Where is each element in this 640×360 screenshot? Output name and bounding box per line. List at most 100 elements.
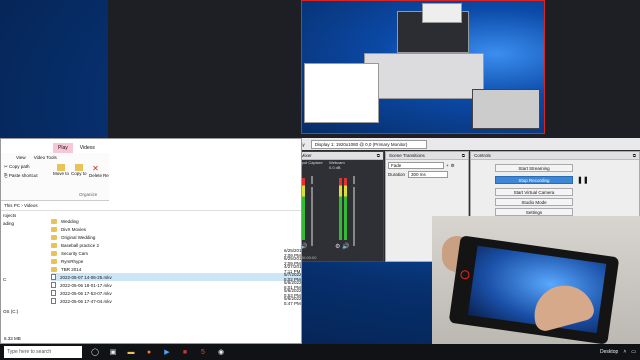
pen-display-tablet — [448, 235, 620, 344]
preview-explorer-window — [304, 63, 379, 123]
duration-row: Duration 300 ms — [388, 171, 466, 178]
undock-icon[interactable]: ⧉ — [462, 153, 465, 158]
paste-shortcut-label: Paste shortcut — [8, 173, 38, 178]
speaker-icon[interactable]: 🔊 — [342, 244, 349, 250]
mixer-channel: Webcam 0.0 dB ⚙ 🔊 — [329, 160, 367, 252]
display-select[interactable]: Display 1: 1920x1080 @ 0,0 (Primary Moni… — [310, 139, 427, 149]
folder-icon — [51, 226, 57, 232]
item-name: DivX Movies — [61, 226, 87, 232]
list-item[interactable]: Baseball practice 2 — [51, 241, 301, 249]
rename-button[interactable]: Re — [103, 173, 109, 178]
list-item[interactable]: DivX Movies — [51, 225, 301, 233]
firefox-icon[interactable]: ● — [144, 347, 154, 357]
html5-icon[interactable]: 5 — [198, 347, 208, 357]
duration-input[interactable]: 300 ms — [408, 171, 449, 178]
nav-item[interactable]: C — [1, 276, 41, 284]
nav-item[interactable] — [1, 300, 41, 308]
pause-icon[interactable]: ❚❚ — [577, 176, 589, 184]
paste-shortcut-button[interactable]: ⎘ Paste shortcut — [4, 173, 38, 178]
navigation-pane: rojects ading C OS (C:) — [1, 212, 41, 343]
folder-icon — [51, 218, 57, 224]
nav-item[interactable]: OS (C:) — [1, 308, 41, 316]
video-file-icon — [51, 298, 56, 304]
list-item[interactable]: 2022-05-06 18-01-17.mkv 5/6/2022 6:01 PM — [51, 280, 301, 290]
transitions-title-text: Scene Transitions — [389, 153, 425, 158]
undock-icon[interactable]: ⧉ — [633, 153, 636, 158]
nav-item[interactable] — [1, 284, 41, 292]
nav-item[interactable] — [1, 260, 41, 268]
stop-recording-button[interactable]: Stop Recording — [495, 176, 573, 184]
move-to-button[interactable]: Move to — [53, 164, 69, 176]
folder-icon — [57, 164, 65, 171]
preview-obs-window — [364, 53, 484, 99]
tab-videos: Videos — [79, 145, 95, 151]
delete-button[interactable]: ✕ Delete — [89, 164, 102, 178]
nav-item[interactable]: ading — [1, 220, 41, 228]
taskbar: Type here to search ◯ ▣ ▬ ● ▶ ■ 5 ◉ Desk… — [0, 344, 640, 360]
taskbar-search-input[interactable]: Type here to search — [4, 346, 82, 358]
add-icon[interactable]: + — [446, 163, 449, 168]
windows-icon[interactable]: ◯ — [90, 347, 100, 357]
nav-item[interactable] — [1, 236, 41, 244]
tray-chevron-icon[interactable]: ˄ — [623, 349, 626, 355]
preview-display-capture[interactable] — [301, 0, 545, 134]
settings-button[interactable]: Settings — [495, 208, 573, 216]
list-item[interactable]: TBR 20144/27/2014 7:11 PM — [51, 264, 301, 274]
item-name: Security Cam — [61, 250, 89, 256]
webcam-overlay — [432, 216, 640, 344]
file-explorer-window: Play Videos View Video Tools ✂ Copy path… — [0, 138, 302, 344]
copy-path-button[interactable]: ✂ Copy path — [4, 164, 30, 170]
tab-view[interactable]: View — [16, 155, 26, 160]
tab-play[interactable]: Play — [53, 143, 73, 153]
nav-item[interactable] — [1, 228, 41, 236]
gear-icon[interactable]: ⚙ — [335, 244, 340, 250]
move-to-label: Move to — [53, 171, 70, 176]
recording-row: Stop Recording ❚❚ — [471, 174, 639, 186]
file-list: Wedding DivX Movies Original Wedding Bas… — [51, 217, 301, 306]
video-icon[interactable]: ■ — [180, 347, 190, 357]
undock-icon[interactable]: ⧉ — [377, 153, 380, 158]
start-streaming-button[interactable]: Start Streaming — [495, 164, 573, 172]
controls-title-text: Controls — [474, 153, 491, 158]
transitions-title: Scene Transitions ⧉ — [386, 152, 468, 160]
nav-item[interactable] — [1, 244, 41, 252]
tablet-dial — [459, 269, 471, 280]
item-name: RymRhype — [61, 258, 84, 264]
desktop-label[interactable]: Desktop — [600, 349, 618, 355]
nav-item[interactable] — [1, 268, 41, 276]
nav-item[interactable] — [1, 252, 41, 260]
list-item[interactable]: Security Cam6/25/2014 2:09 PM — [51, 248, 301, 258]
volume-slider[interactable] — [351, 176, 357, 246]
studio-mode-button[interactable]: Studio Mode — [495, 198, 573, 206]
volume-slider[interactable] — [309, 176, 315, 246]
rename-label: Re — [103, 173, 109, 178]
gear-icon[interactable]: ⚙ — [451, 163, 455, 169]
task-view-icon[interactable]: ▣ — [108, 347, 118, 357]
transition-select[interactable]: Fade — [388, 162, 444, 169]
list-item[interactable]: RymRhype6/25/2014 2:09 PM — [51, 256, 301, 266]
list-item[interactable]: 2022-05-06 17-47-04.mkv 5/6/2022 5:47 PM — [51, 296, 301, 306]
duration-label: Duration — [388, 172, 406, 177]
item-name: 2022-05-06 17-53-07.mkv — [60, 290, 112, 296]
list-item[interactable]: 2022-05-07 14-06-25.mkv 5/7/2022 5:02 PM — [51, 272, 301, 282]
obs-icon[interactable]: ◉ — [216, 347, 226, 357]
explorer-icon[interactable]: ▬ — [126, 347, 136, 357]
volume-meter — [344, 178, 347, 240]
list-item[interactable]: 2022-05-06 17-53-07.mkv 5/6/2022 5:53 PM — [51, 288, 301, 298]
preview-nested-window — [422, 3, 462, 23]
copy-to-button[interactable]: Copy to — [71, 164, 87, 176]
folder-icon — [51, 266, 57, 272]
nav-item[interactable] — [1, 292, 41, 300]
folder-icon — [51, 258, 57, 264]
start-virtual-camera-button[interactable]: Start Virtual Camera — [495, 188, 573, 196]
item-name: TBR 2014 — [61, 266, 82, 272]
delete-icon: ✕ — [92, 164, 99, 173]
tab-video-tools[interactable]: Video Tools — [34, 155, 57, 160]
controls-body: Start Streaming Stop Recording ❚❚ Start … — [471, 160, 639, 216]
nav-item[interactable]: rojects — [1, 212, 41, 220]
list-item[interactable]: Wedding — [51, 217, 301, 225]
notification-icon[interactable]: ▭ — [631, 349, 636, 355]
list-item[interactable]: Original Wedding — [51, 233, 301, 241]
media-icon[interactable]: ▶ — [162, 347, 172, 357]
address-bar[interactable]: This PC › Videos — [1, 201, 301, 211]
